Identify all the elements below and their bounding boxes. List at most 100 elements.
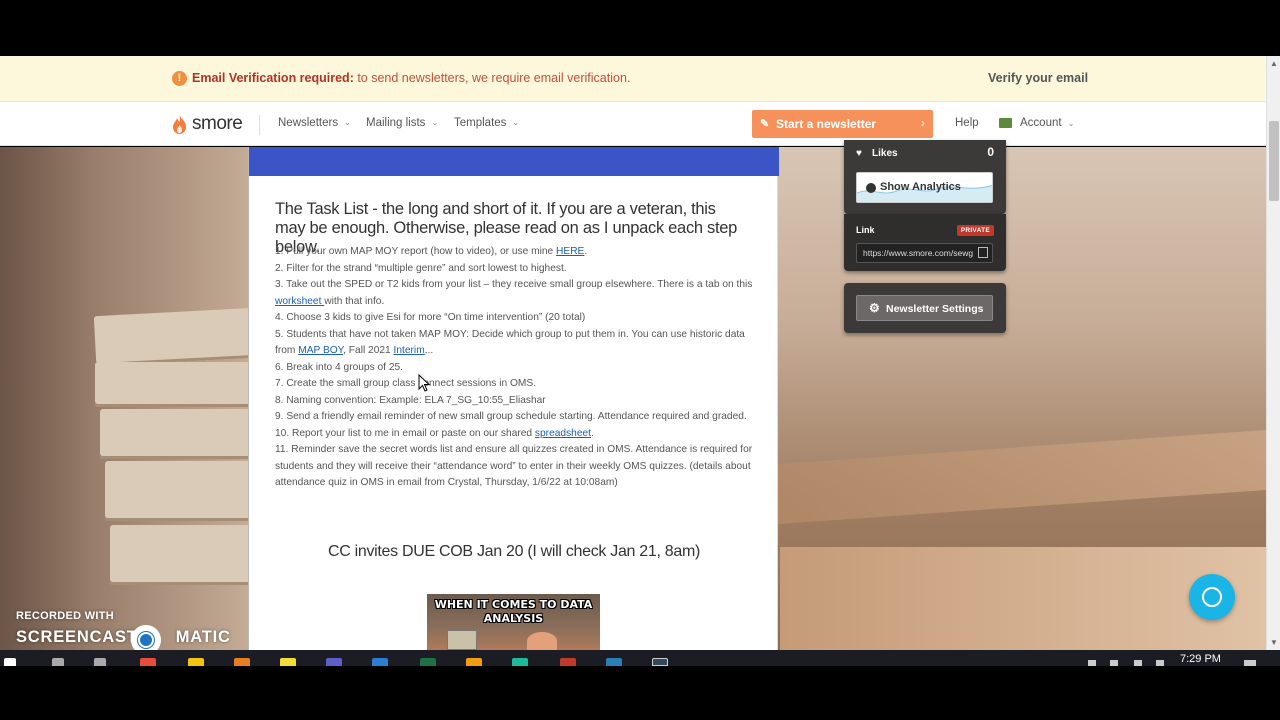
private-badge[interactable]: PRIVATE <box>956 225 994 236</box>
app-icon[interactable] <box>652 658 668 666</box>
tray-icon[interactable] <box>1088 660 1096 666</box>
banner-text: to send newsletters, we require email ve… <box>353 71 631 85</box>
task-list-item: 10. Report your list to me in email or p… <box>275 426 755 443</box>
account-menu[interactable]: Account ⌄ <box>1020 117 1074 129</box>
notes-icon[interactable] <box>280 658 296 666</box>
banner-title: Email Verification required: <box>192 71 354 85</box>
newsletter-card: The Task List - the long and short of it… <box>248 147 779 650</box>
screencast-matic-label: SCREENCAST MATIC <box>16 628 231 647</box>
task-link[interactable]: HERE <box>556 246 584 257</box>
task-link[interactable]: worksheet <box>275 296 324 307</box>
chat-icon <box>1202 587 1222 607</box>
chevron-down-icon: ⌄ <box>512 118 520 127</box>
windows-taskbar: 7:29 PM <box>0 650 1280 666</box>
menu-mailing-lists[interactable]: Mailing lists ⌄ <box>366 117 438 129</box>
app-icon[interactable] <box>560 658 576 666</box>
book <box>110 525 270 585</box>
scroll-up-icon[interactable]: ▲ <box>1270 59 1278 68</box>
task-text: 7. Create the small group class connect … <box>275 378 537 389</box>
task-list-item: 7. Create the small group class connect … <box>275 376 755 393</box>
task-list-item: 1. Pull your own MAP MOY report (how to … <box>275 244 755 261</box>
app-icon[interactable] <box>512 658 528 666</box>
start-newsletter-button[interactable]: ✎ Start a newsletter › <box>752 110 933 138</box>
menu-templates[interactable]: Templates ⌄ <box>454 117 519 129</box>
task-text: 10. Report your list to me in email or p… <box>275 427 535 439</box>
tray-icon[interactable] <box>1156 660 1164 666</box>
pencil-icon: ✎ <box>760 118 770 130</box>
person-illustration <box>527 632 557 650</box>
scrollbar-thumb[interactable] <box>1269 121 1279 201</box>
app-icon[interactable] <box>606 658 622 666</box>
task-text: 11. Reminder save the secret words list … <box>275 444 753 488</box>
task-list-item: 8. Naming convention: Example: ELA 7_SG_… <box>275 393 755 410</box>
smore-logo[interactable]: smore <box>172 112 243 136</box>
app-icon[interactable] <box>466 658 482 666</box>
mouse-cursor-icon <box>418 374 430 392</box>
account-icon <box>999 118 1012 128</box>
task-view-icon[interactable] <box>94 658 106 666</box>
show-analytics-label: Show Analytics <box>880 181 961 193</box>
copy-icon[interactable] <box>978 247 988 258</box>
task-list: 1. Pull your own MAP MOY report (how to … <box>275 244 755 492</box>
task-list-item: 11. Reminder save the secret words list … <box>275 442 755 492</box>
chat-support-button[interactable] <box>1189 574 1235 620</box>
deadline-text: CC invites DUE COB Jan 20 (I will check … <box>327 543 701 560</box>
task-text: 9. Send a friendly email reminder of new… <box>275 411 747 422</box>
task-list-item: 5. Students that have not taken MAP MOY:… <box>275 327 755 360</box>
task-list-item: 6. Break into 4 groups of 25. <box>275 360 755 377</box>
task-link[interactable]: MAP BOY <box>298 345 343 356</box>
menu-newsletters-label: Newsletters <box>278 117 339 129</box>
app-icon[interactable] <box>234 658 250 666</box>
gear-icon: ⚙ <box>869 301 880 315</box>
task-text: with that info. <box>324 295 385 307</box>
excel-icon[interactable] <box>420 658 436 666</box>
link-label: Link <box>856 225 875 235</box>
search-icon[interactable] <box>52 658 64 666</box>
menu-newsletters[interactable]: Newsletters ⌄ <box>278 117 351 129</box>
recorded-with-label: RECORDED WITH <box>16 610 115 622</box>
chrome-icon[interactable] <box>140 658 156 666</box>
tray-icon[interactable] <box>1134 660 1142 666</box>
task-text: 3. Take out the SPED or T2 kids from you… <box>275 279 753 290</box>
task-link[interactable]: spreadsheet <box>535 428 591 439</box>
teams-icon[interactable] <box>326 658 342 666</box>
likes-count: 0 <box>987 145 994 159</box>
scroll-down-icon[interactable]: ▼ <box>1270 638 1278 647</box>
screen: ! Email Verification required: to send n… <box>0 0 1280 720</box>
pie-chart-icon <box>866 183 876 193</box>
file-explorer-icon[interactable] <box>188 658 204 666</box>
menu-templates-label: Templates <box>454 117 507 129</box>
logo-wordmark: smore <box>192 113 243 134</box>
newsletter-url-field[interactable]: https://www.smore.com/sewg <box>856 243 993 263</box>
start-icon[interactable] <box>4 658 16 666</box>
help-link[interactable]: Help <box>955 117 979 129</box>
clock-time[interactable]: 7:29 PM <box>1180 653 1221 665</box>
chevron-down-icon: ⌄ <box>431 118 439 127</box>
show-analytics-button[interactable]: Show Analytics <box>856 172 993 203</box>
task-text: 4. Choose 3 kids to give Esi for more “O… <box>275 312 586 323</box>
task-text: 2. Filter for the strand “multiple genre… <box>275 262 567 274</box>
task-text: 8. Naming convention: Example: ELA 7_SG_… <box>275 394 546 406</box>
chevron-right-icon: › <box>921 116 925 130</box>
book <box>93 307 257 367</box>
newsletter-settings-button[interactable]: ⚙ Newsletter Settings <box>856 295 993 321</box>
task-text: 1. Pull your own MAP MOY report (how to … <box>275 246 557 257</box>
account-label: Account <box>1020 117 1062 129</box>
book <box>100 409 260 459</box>
task-link[interactable]: Interim <box>394 345 425 356</box>
book <box>105 461 265 521</box>
meme-caption: WHEN IT COMES TO DATA ANALYSIS <box>434 598 593 625</box>
tray-icon[interactable] <box>1110 660 1118 666</box>
settings-panel: ⚙ Newsletter Settings <box>844 283 1006 333</box>
task-text: . <box>584 246 588 257</box>
verify-email-link[interactable]: Verify your email <box>988 71 1088 85</box>
page-scrollbar[interactable]: ▲ ▼ <box>1266 56 1280 650</box>
verification-banner: ! Email Verification required: to send n… <box>0 56 1266 102</box>
outlook-icon[interactable] <box>372 658 388 666</box>
logo-inner <box>138 632 154 648</box>
heart-icon: ♥ <box>856 148 862 159</box>
start-newsletter-label: Start a newsletter <box>776 117 877 131</box>
book <box>95 362 255 407</box>
task-text: , Fall 2021 <box>343 345 394 356</box>
notification-icon[interactable] <box>1244 660 1256 666</box>
